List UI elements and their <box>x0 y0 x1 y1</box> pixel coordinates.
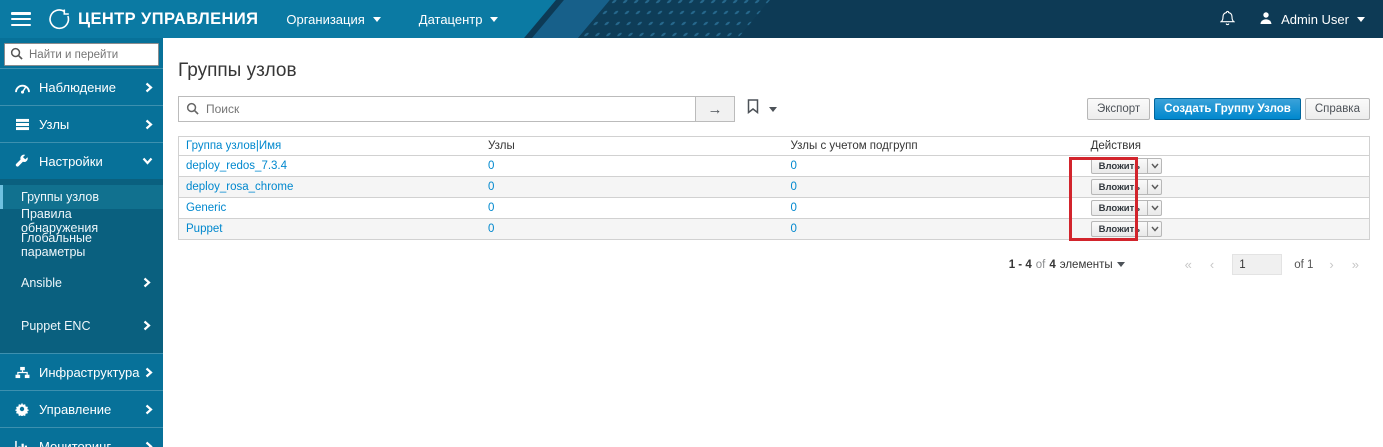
table-row: deploy_rosa_chrome 0 0 Вложить <box>178 176 1370 198</box>
chevron-down-icon <box>142 157 153 165</box>
tachometer-icon <box>14 81 30 94</box>
hamburger-menu-icon[interactable] <box>11 12 31 26</box>
bookmark-dropdown[interactable] <box>747 99 777 119</box>
table-search-input[interactable] <box>178 96 695 122</box>
hosts-incl-count-link[interactable]: 0 <box>791 223 797 235</box>
first-page-button[interactable]: « <box>1179 257 1198 272</box>
app-title: ЦЕНТР УПРАВЛЕНИЯ <box>78 9 259 28</box>
hosts-count-link[interactable]: 0 <box>488 223 494 235</box>
gear-icon <box>14 402 30 416</box>
submenu-item-host-groups[interactable]: Группы узлов <box>0 185 163 209</box>
hosts-incl-count-link[interactable]: 0 <box>791 202 797 214</box>
table-row: Puppet 0 0 Вложить <box>178 218 1370 240</box>
chevron-down-icon[interactable] <box>1147 222 1161 236</box>
bookmark-icon <box>747 99 759 119</box>
server-icon <box>14 118 30 131</box>
nest-action-split-button[interactable]: Вложить <box>1090 221 1163 237</box>
chevron-right-icon <box>145 441 153 447</box>
submenu-item-puppet-enc[interactable]: Puppet ENC <box>0 308 163 343</box>
host-group-link[interactable]: deploy_rosa_chrome <box>186 181 293 193</box>
settings-submenu: Группы узлов Правила обнаружения Глобаль… <box>0 179 163 353</box>
hosts-count-link[interactable]: 0 <box>488 181 494 193</box>
help-button[interactable]: Справка <box>1304 98 1370 120</box>
wrench-icon <box>14 154 30 168</box>
nest-action-split-button[interactable]: Вложить <box>1090 200 1163 216</box>
current-page-input[interactable] <box>1232 254 1283 275</box>
host-groups-table: Группа узлов|Имя Узлы Узлы с учетом подг… <box>178 136 1370 240</box>
brand-logo[interactable]: ЦЕНТР УПРАВЛЕНИЯ <box>47 7 258 31</box>
per-page-dropdown[interactable]: 1 - 4 of 4 элементы <box>1009 259 1125 271</box>
user-name: Admin User <box>1281 11 1349 27</box>
logo-circle-icon <box>47 7 71 31</box>
sidebar-item-settings[interactable]: Настройки <box>0 142 163 179</box>
nest-action-split-button[interactable]: Вложить <box>1090 158 1163 174</box>
last-page-button[interactable]: » <box>1346 257 1365 272</box>
notifications-bell-icon[interactable] <box>1219 10 1236 29</box>
sidebar-nav: Наблюдение Узлы Настройки <box>0 38 163 447</box>
user-menu[interactable]: Admin User <box>1259 11 1365 28</box>
prev-page-button[interactable]: ‹ <box>1204 257 1220 272</box>
chevron-down-icon <box>372 16 381 22</box>
table-row: Generic 0 0 Вложить <box>178 197 1370 219</box>
sidebar-item-infrastructure[interactable]: Инфраструктура <box>0 353 163 390</box>
organization-dropdown[interactable]: Организация <box>286 12 381 27</box>
sidebar-item-monitor[interactable]: Наблюдение <box>0 68 163 105</box>
chevron-down-icon <box>1357 16 1365 22</box>
host-group-link[interactable]: Puppet <box>186 223 222 235</box>
host-group-link[interactable]: Generic <box>186 202 226 214</box>
chevron-down-icon <box>490 16 499 22</box>
host-group-link[interactable]: deploy_redos_7.3.4 <box>186 160 287 172</box>
chevron-right-icon <box>145 404 153 415</box>
column-header-name[interactable]: Группа узлов|Имя <box>186 140 281 152</box>
chevron-right-icon <box>143 277 151 288</box>
pagination-bar: 1 - 4 of 4 элементы « ‹ of 1 › » <box>163 254 1365 275</box>
table-header-row: Группа узлов|Имя Узлы Узлы с учетом подг… <box>178 136 1370 156</box>
user-avatar-icon <box>1259 11 1273 28</box>
hosts-incl-count-link[interactable]: 0 <box>791 160 797 172</box>
page-count-label: of 1 <box>1294 258 1314 271</box>
sitemap-icon <box>14 366 30 379</box>
hosts-count-link[interactable]: 0 <box>488 202 494 214</box>
vertical-nav-search-input[interactable] <box>4 43 159 66</box>
hosts-incl-count-link[interactable]: 0 <box>791 181 797 193</box>
main-content: Группы узлов → Экспорт Соз <box>163 38 1383 447</box>
export-button[interactable]: Экспорт <box>1086 98 1151 120</box>
chevron-down-icon[interactable] <box>1147 201 1161 215</box>
chevron-right-icon <box>145 367 153 378</box>
chevron-down-icon[interactable] <box>1147 159 1161 173</box>
column-header-actions: Действия <box>1083 136 1370 156</box>
page-title: Группы узлов <box>178 60 297 81</box>
next-page-button[interactable]: › <box>1323 257 1339 272</box>
submenu-item-global-parameters[interactable]: Глобальные параметры <box>0 231 163 259</box>
sidebar-item-hosts[interactable]: Узлы <box>0 105 163 142</box>
top-navbar: ЦЕНТР УПРАВЛЕНИЯ Организация Датацентр A… <box>0 0 1383 38</box>
submenu-item-discovery-rules[interactable]: Правила обнаружения <box>0 207 163 235</box>
chevron-down-icon <box>1116 262 1125 267</box>
chevron-right-icon <box>145 82 153 93</box>
column-header-hosts-incl: Узлы с учетом подгрупп <box>783 136 1084 156</box>
datacenter-dropdown[interactable]: Датацентр <box>419 12 499 27</box>
create-host-group-button[interactable]: Создать Группу Узлов <box>1154 98 1301 120</box>
table-row: deploy_redos_7.3.4 0 0 Вложить <box>178 155 1370 177</box>
search-icon <box>10 47 23 63</box>
sidebar-item-administer[interactable]: Управление <box>0 390 163 427</box>
sidebar-item-monitoring[interactable]: Мониторинг <box>0 427 163 447</box>
chevron-down-icon[interactable] <box>1147 180 1161 194</box>
search-icon <box>186 102 199 120</box>
chevron-right-icon <box>145 119 153 130</box>
nest-action-split-button[interactable]: Вложить <box>1090 179 1163 195</box>
chevron-right-icon <box>143 320 151 331</box>
chevron-down-icon <box>769 106 777 112</box>
submenu-item-ansible[interactable]: Ansible <box>0 265 163 300</box>
search-submit-button[interactable]: → <box>695 96 735 122</box>
hosts-count-link[interactable]: 0 <box>488 160 494 172</box>
column-header-hosts: Узлы <box>481 136 784 156</box>
bar-chart-icon <box>14 440 30 447</box>
